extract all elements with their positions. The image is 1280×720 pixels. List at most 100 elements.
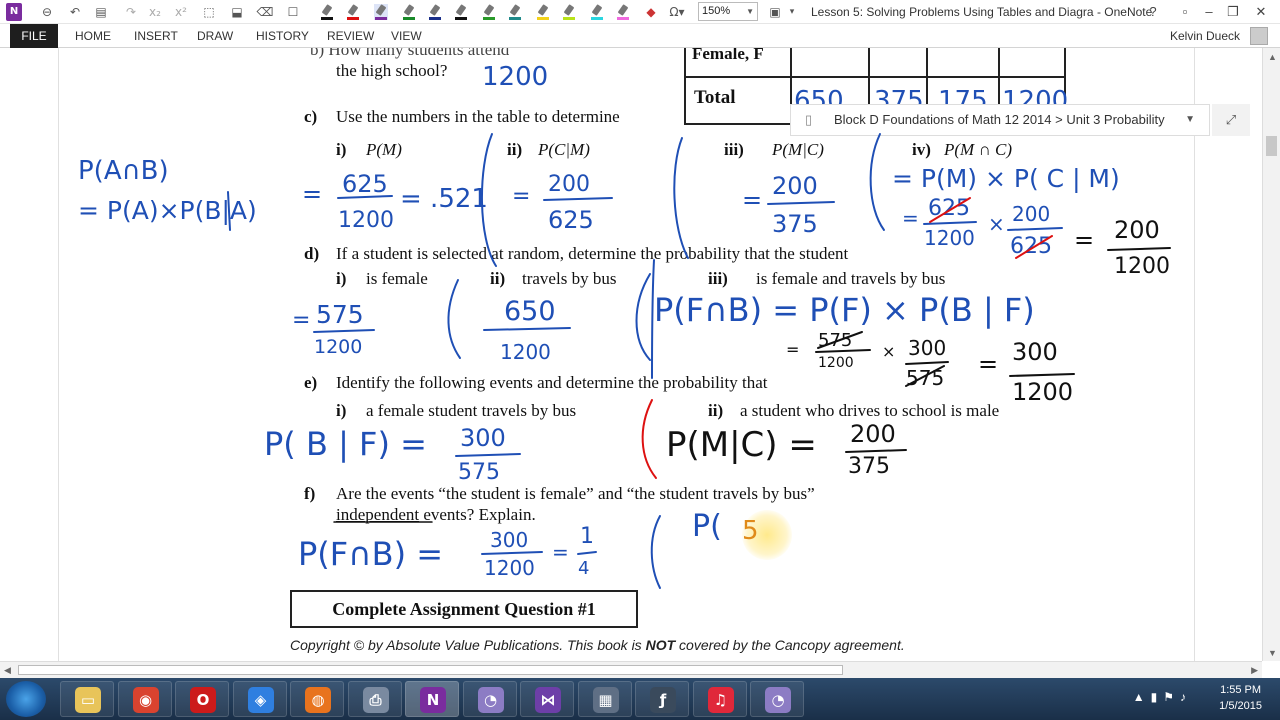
volume-icon[interactable]: ♪ bbox=[1180, 690, 1192, 704]
bracket-stroke bbox=[641, 399, 657, 479]
pen-black-icon[interactable] bbox=[320, 4, 334, 20]
cancel-stroke bbox=[929, 197, 971, 223]
tab-insert[interactable]: INSERT bbox=[134, 24, 178, 48]
pen-red-icon[interactable] bbox=[346, 4, 360, 20]
taskbar-button[interactable]: ◈ bbox=[232, 681, 287, 717]
flag-icon[interactable]: ⚑ bbox=[1163, 690, 1180, 704]
taskbar-button[interactable]: ƒ bbox=[635, 681, 689, 717]
system-clock[interactable]: 1:55 PM 1/5/2015 bbox=[1219, 682, 1262, 714]
ink-strokes bbox=[227, 133, 1171, 589]
firefox-icon: ◍ bbox=[305, 687, 331, 713]
save-icon[interactable]: ▣ bbox=[766, 3, 784, 21]
symbol-icon[interactable]: Ω▾ bbox=[664, 3, 690, 21]
taskbar-button[interactable]: ◉ bbox=[117, 681, 172, 717]
minimize-button[interactable]: – bbox=[1198, 2, 1220, 22]
clock-date: 1/5/2015 bbox=[1219, 700, 1262, 712]
fraction-bar bbox=[1007, 227, 1063, 231]
pen-black2-icon[interactable] bbox=[454, 4, 468, 20]
page-canvas[interactable]: Female, F Total 650 375 175 1200 ▯ Block… bbox=[0, 48, 1262, 661]
superscript-icon[interactable]: x² bbox=[172, 3, 190, 21]
scroll-left-icon[interactable]: ◀ bbox=[4, 665, 11, 676]
restore-button[interactable]: ❐ bbox=[1222, 2, 1244, 22]
taskbar-button[interactable]: ⎙ bbox=[347, 681, 402, 717]
horizontal-scroll-thumb[interactable] bbox=[18, 665, 843, 675]
highlighter-cyan-icon[interactable] bbox=[590, 4, 604, 20]
lasso-select-icon[interactable]: ⬚ bbox=[200, 3, 218, 21]
bracket-stroke bbox=[869, 133, 885, 231]
scroll-right-icon[interactable]: ▶ bbox=[1251, 665, 1258, 676]
vertical-scroll-thumb[interactable] bbox=[1266, 136, 1277, 156]
taskbar-button[interactable]: ♫ bbox=[692, 681, 747, 717]
taskbar-button[interactable]: ▦ bbox=[577, 681, 632, 717]
bracket-stroke bbox=[447, 279, 461, 359]
ribbon-display-button[interactable]: ▫ bbox=[1174, 2, 1196, 22]
highlighter-pink-icon[interactable] bbox=[616, 4, 630, 20]
highlighter-lime-icon[interactable] bbox=[562, 4, 576, 20]
file-tab[interactable]: FILE bbox=[10, 24, 58, 48]
bracket-stroke bbox=[635, 273, 651, 361]
fraction-bar bbox=[481, 551, 543, 555]
tab-draw[interactable]: DRAW bbox=[197, 24, 233, 48]
tab-view[interactable]: VIEW bbox=[391, 24, 422, 48]
taskbar-button[interactable]: N bbox=[405, 681, 459, 717]
select-box-icon[interactable]: ☐ bbox=[284, 3, 302, 21]
undo-icon[interactable]: ↶ bbox=[66, 3, 84, 21]
vs-icon: ⋈ bbox=[535, 687, 561, 713]
system-tray[interactable]: ▲▮⚑♪ bbox=[1133, 690, 1192, 704]
recorder-icon: ◔ bbox=[765, 687, 791, 713]
tab-history[interactable]: HISTORY bbox=[256, 24, 309, 48]
chevron-down-icon: ▼ bbox=[746, 7, 754, 16]
zoom-select[interactable]: 150% ▼ bbox=[698, 2, 758, 21]
user-name[interactable]: Kelvin Dueck bbox=[1170, 24, 1240, 48]
calculator-icon: ▦ bbox=[592, 687, 619, 713]
pen-purple-icon[interactable] bbox=[374, 4, 388, 20]
fraction-bar bbox=[577, 551, 597, 555]
dock-icon[interactable]: ▤ bbox=[92, 3, 110, 21]
pen-darkblue-icon[interactable] bbox=[428, 4, 442, 20]
pen-teal-icon[interactable] bbox=[508, 4, 522, 20]
taskbar-button[interactable]: ◔ bbox=[462, 681, 517, 717]
music-icon: ♫ bbox=[707, 687, 734, 713]
fraction-bar bbox=[923, 221, 977, 225]
bracket-stroke bbox=[650, 515, 661, 589]
customize-qat-icon[interactable]: ▾ bbox=[786, 3, 798, 21]
dropbox-icon: ◈ bbox=[247, 687, 274, 713]
subscript-icon[interactable]: x₂ bbox=[146, 3, 164, 21]
taskbar-button[interactable]: ◍ bbox=[290, 681, 344, 717]
pen-green2-icon[interactable] bbox=[482, 4, 496, 20]
highlighter-yellow-icon[interactable] bbox=[536, 4, 550, 20]
ribbon-tabs: FILE HOME INSERT DRAW HISTORY REVIEW VIE… bbox=[0, 24, 1280, 48]
avatar[interactable] bbox=[1250, 27, 1268, 45]
help-button[interactable]: ? bbox=[1142, 2, 1164, 22]
back-icon[interactable]: ⊖ bbox=[38, 3, 56, 21]
tab-home[interactable]: HOME bbox=[75, 24, 111, 48]
eraser-tool-icon[interactable]: ◆ bbox=[642, 3, 660, 21]
fraction-bar bbox=[845, 449, 907, 453]
vertical-scrollbar[interactable]: ▲ ▼ bbox=[1262, 48, 1280, 661]
bracket-stroke bbox=[651, 259, 655, 379]
tab-review[interactable]: REVIEW bbox=[327, 24, 374, 48]
redo-icon[interactable]: ↷ bbox=[122, 3, 140, 21]
horizontal-scrollbar[interactable]: ◀ ▶ bbox=[0, 661, 1262, 678]
chrome-icon: ◉ bbox=[132, 687, 159, 713]
network-icon[interactable]: ▮ bbox=[1151, 690, 1164, 704]
fraction-bar bbox=[543, 197, 613, 201]
zoom-value: 150% bbox=[702, 5, 731, 17]
pen-green-icon[interactable] bbox=[402, 4, 416, 20]
bracket-stroke bbox=[227, 191, 231, 231]
taskbar-button[interactable]: ⋈ bbox=[520, 681, 574, 717]
tray-arrow-icon[interactable]: ▲ bbox=[1133, 690, 1151, 704]
taskbar-button[interactable]: O bbox=[175, 681, 229, 717]
quick-access-toolbar: N ⊖ ↶ ▤ ↷ x₂ x² ⬚ ⬓ ⌫ ☐ ◆ Ω▾ 150% ▼ ▣ ▾ L… bbox=[0, 0, 1280, 24]
taskbar-button[interactable]: ▭ bbox=[60, 681, 114, 717]
scroll-down-icon[interactable]: ▼ bbox=[1268, 648, 1277, 658]
scroll-up-icon[interactable]: ▲ bbox=[1268, 52, 1277, 62]
taskbar-button[interactable]: ◔ bbox=[750, 681, 804, 717]
flash-icon: ƒ bbox=[650, 687, 676, 713]
start-button[interactable] bbox=[6, 681, 46, 717]
onenote-logo-icon[interactable]: N bbox=[6, 3, 22, 21]
eraser-icon[interactable]: ⌫ bbox=[256, 3, 274, 21]
opera-icon: O bbox=[190, 687, 216, 713]
shape-icon[interactable]: ⬓ bbox=[228, 3, 246, 21]
close-button[interactable]: ✕ bbox=[1250, 2, 1272, 22]
